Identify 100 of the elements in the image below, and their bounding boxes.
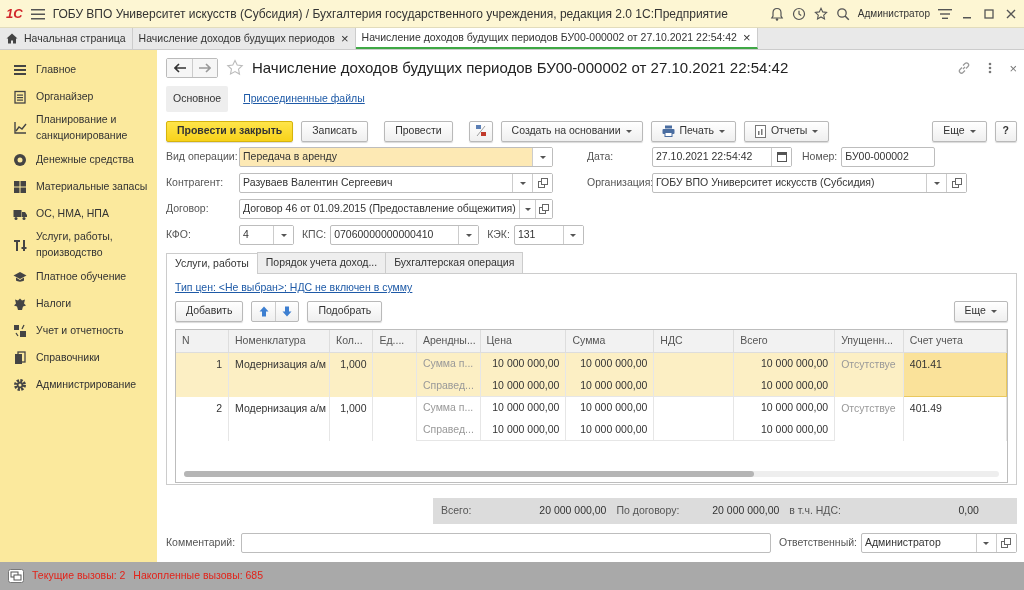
sidebar-item[interactable]: Учет и отчетность (0, 317, 157, 344)
column-header[interactable]: Счет учета (903, 329, 1007, 353)
sidebar-item[interactable]: Органайзер (0, 83, 157, 110)
tab[interactable]: Порядок учета доход... (256, 252, 387, 273)
table-cell: Отсутствуе (834, 352, 904, 397)
app-logo: 1С (6, 4, 23, 23)
column-header[interactable]: Ед.... (373, 329, 417, 353)
toolbar-button[interactable]: Записать (301, 120, 369, 142)
column-header[interactable]: Упущенн... (834, 329, 904, 353)
open-button[interactable] (535, 200, 552, 218)
comment-field[interactable] (241, 533, 772, 553)
clipboard-icon (13, 89, 27, 104)
grid-icon (13, 179, 27, 194)
scrollbar[interactable] (184, 470, 999, 477)
arrow-down-icon[interactable] (282, 305, 293, 317)
input-field[interactable]: 4 (239, 225, 294, 245)
column-header[interactable]: Сумма (565, 329, 654, 353)
close-tab-button[interactable]: × (742, 31, 751, 44)
sidebar-item[interactable]: Материальные запасы (0, 173, 157, 200)
create-based-on-button[interactable]: Создать на основании (500, 120, 643, 142)
sidebar-item[interactable]: Налоги (0, 290, 157, 317)
tab[interactable]: Услуги, работы (166, 253, 258, 274)
input-field[interactable]: БУ00-000002 (841, 147, 936, 167)
coin-icon (13, 152, 27, 167)
close-button[interactable]: × (1009, 61, 1017, 75)
field-label: Комментарий: (166, 535, 236, 551)
more-button[interactable]: Еще (953, 300, 1008, 322)
section-link[interactable]: Присоединенные файлы (236, 86, 372, 112)
calendar-icon (776, 152, 787, 162)
input-field[interactable]: 07060000000000410 (330, 225, 480, 245)
sidebar-item[interactable]: Администрирование (0, 371, 157, 398)
sidebar-item[interactable]: Планирование и санкционирование (0, 110, 157, 146)
open-button[interactable] (946, 174, 966, 192)
calendar-button[interactable] (771, 148, 791, 166)
field-label: Номер: (802, 149, 838, 165)
sidebar-item[interactable]: Услуги, работы, производство (0, 227, 157, 263)
add-button[interactable]: Добавить (175, 300, 244, 322)
section-tab[interactable]: Основное (166, 86, 229, 112)
arrow-up-icon[interactable] (258, 305, 269, 317)
tab[interactable]: Бухгалтерская операция (385, 252, 524, 273)
pick-button[interactable]: Подобрать (307, 300, 383, 322)
dropdown-button[interactable] (458, 226, 479, 244)
close-tab-button[interactable]: × (340, 32, 349, 45)
settings-icon[interactable] (938, 7, 952, 20)
table-cell: 401.49 (903, 396, 1007, 441)
input-field[interactable]: 27.10.2021 22:54:42 (652, 147, 792, 167)
arrow-right-icon (199, 63, 211, 73)
field-label: КФО: (166, 227, 192, 243)
report-icon (754, 124, 766, 138)
sidebar-item[interactable]: Денежные средства (0, 146, 157, 173)
dropdown-button[interactable] (562, 226, 583, 244)
sidebar-item[interactable]: ОС, НМА, НПА (0, 200, 157, 227)
bell-icon[interactable] (769, 6, 784, 21)
history-icon[interactable] (791, 6, 806, 21)
column-header[interactable]: Номенклатура (228, 329, 330, 353)
search-icon[interactable] (835, 6, 850, 21)
tab[interactable]: Начисление доходов будущих периодов БУ00-000002 от 27.10.2021 22:54:42 × (355, 28, 758, 49)
reports-button[interactable]: Отчеты (743, 120, 830, 142)
input-field[interactable]: Разуваев Валентин Сергеевич (239, 173, 553, 193)
column-header[interactable]: Арендны... (416, 329, 481, 353)
more-icon[interactable] (987, 61, 994, 75)
column-header[interactable]: НДС (653, 329, 734, 353)
price-type-link[interactable]: Тип цен: <Не выбран>; НДС не включен в сумму (175, 281, 413, 293)
column-header[interactable]: N (176, 329, 229, 353)
open-button[interactable] (995, 534, 1016, 552)
sidebar-item[interactable]: Справочники (0, 344, 157, 371)
table-cell: 1,000 (329, 352, 373, 397)
back-button[interactable] (167, 59, 192, 77)
sidebar-item[interactable]: Платное обучение (0, 263, 157, 290)
column-header[interactable]: Всего (733, 329, 835, 353)
more-button[interactable]: Еще (932, 120, 987, 142)
chart-icon (13, 121, 27, 135)
user-name[interactable]: Администратор (857, 6, 930, 21)
sidebar-item[interactable]: Главное (0, 56, 157, 83)
debit-credit-button[interactable] (468, 120, 493, 142)
table-cell: Модернизация а/м (228, 396, 330, 441)
input-field[interactable]: ГОБУ ВПО Университет искусств (Субсидия) (652, 173, 967, 193)
link-icon[interactable] (957, 61, 972, 75)
input-field[interactable]: Передача в аренду (239, 147, 553, 167)
column-header[interactable]: Цена (480, 329, 566, 353)
maximize-icon[interactable] (982, 6, 996, 21)
input-field[interactable]: Договор 46 от 01.09.2015 (Предоставление общежития) (239, 199, 553, 219)
column-header[interactable]: Кол... (329, 329, 373, 353)
arrow-left-icon (173, 63, 186, 73)
open-button[interactable] (532, 174, 552, 192)
star-icon[interactable] (813, 6, 828, 21)
post-and-close-button[interactable]: Провести и закрыть (166, 120, 294, 142)
toolbar-button[interactable]: Провести (384, 120, 453, 142)
print-button[interactable]: Печать (650, 120, 736, 142)
menu-icon[interactable] (30, 7, 45, 20)
home-icon (6, 33, 18, 44)
input-field[interactable]: Администратор (860, 533, 1017, 553)
dropdown-button[interactable] (273, 226, 293, 244)
help-button[interactable]: ? (994, 120, 1017, 142)
input-field[interactable]: 131 (513, 225, 584, 245)
star-icon[interactable] (226, 59, 244, 77)
dropdown-button[interactable] (532, 148, 552, 166)
windows-icon[interactable] (8, 569, 24, 583)
open-icon (951, 178, 962, 188)
table-cell: 10 000 000,00 (565, 396, 654, 419)
